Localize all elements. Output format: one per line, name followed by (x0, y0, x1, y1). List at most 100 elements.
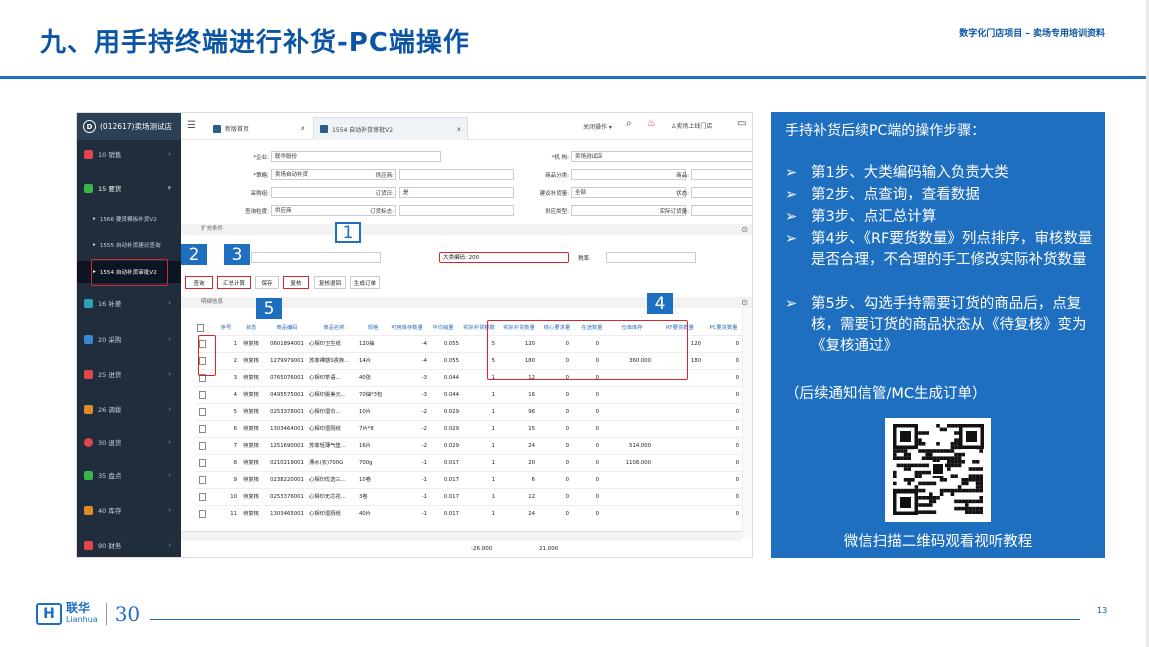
order-icon (84, 183, 93, 193)
cell-stock: -1 (421, 477, 427, 483)
actual-qty-field[interactable] (691, 205, 752, 216)
cell-amt: 1 (491, 494, 495, 500)
bullet-arrow-icon: ➢ (785, 209, 798, 225)
close-icon[interactable]: x (457, 126, 461, 133)
ext-field-left[interactable] (251, 252, 381, 263)
order-day-select[interactable]: 是 (399, 187, 514, 198)
qr-code[interactable] (885, 418, 991, 522)
col-header[interactable]: 商品名称 (309, 321, 359, 335)
bell-icon[interactable]: ♨ (647, 118, 656, 129)
row-checkbox[interactable] (199, 459, 206, 467)
status-select[interactable] (691, 187, 752, 198)
screen-icon[interactable]: ▭ (737, 118, 746, 129)
store-header[interactable]: D (012617)卖场测试店 (77, 113, 181, 140)
col-header[interactable]: 规格 (359, 321, 387, 335)
tab-home[interactable]: 新版首页 x (207, 117, 311, 140)
group-label: 采购组: (250, 191, 269, 197)
header-checkbox[interactable] (197, 324, 204, 332)
sidebar-item-stocktake[interactable]: 35 盘点 › (77, 463, 181, 487)
vertical-scrollbar[interactable] (742, 308, 752, 538)
cell-stock: -4 (421, 341, 427, 347)
org-select[interactable]: 卖场测试店 (571, 151, 752, 162)
sidebar-item-finance[interactable]: 90 财务 › (77, 533, 181, 557)
tab-approve[interactable]: 1554 自动补货审批V2 x (313, 117, 468, 140)
cell-stock: -1 (421, 494, 427, 500)
collapse-icon[interactable]: ⊙ (741, 224, 748, 235)
cell-wh (609, 489, 651, 506)
header-checkbox-cell[interactable] (195, 321, 205, 335)
close-ops-menu[interactable]: 关闭操作 ▾ (583, 122, 612, 131)
col-header[interactable]: 状态 (237, 321, 265, 335)
review-button[interactable]: 复核 (283, 276, 309, 289)
cell-qty: 12 (528, 494, 535, 500)
sidebar-item-purchase[interactable]: 20 采购 › (77, 327, 181, 351)
submenu-item-suggest[interactable]: ▸ 1555 自动补货建议查询 (77, 234, 181, 256)
row-checkbox[interactable] (199, 391, 206, 399)
cell-avg: 0.055 (443, 358, 459, 364)
sidebar-item-order[interactable]: 15 要货 ▾ (77, 176, 181, 200)
row-checkbox[interactable] (199, 425, 206, 433)
row-checkbox[interactable] (199, 493, 206, 501)
ext-conditions-bar[interactable]: 扩充条件 ⊙ (181, 224, 752, 235)
total-stock: -26.000 (471, 546, 493, 552)
row-checkbox[interactable] (199, 408, 206, 416)
sidebar-item-transfer[interactable]: 26 调拨 › (77, 397, 181, 421)
table-row[interactable]: 5 待复核 0253378001 心相印湿巾... 10片 -2 0.029 1 96 0 0 0 (195, 403, 742, 420)
tab-page-icon (320, 125, 328, 133)
slide: 九、用手持终端进行补货-PC端操作 数字化门店项目 – 卖场专用培训资料 D (… (0, 0, 1149, 647)
row-checkbox[interactable] (199, 510, 206, 518)
query-button[interactable]: 查询 (185, 276, 213, 289)
table-row[interactable]: 9 待复核 0238220001 心相印优选三... 10卷 -1 0.017 1 6 0 0 0 (195, 471, 742, 488)
cell-core: 0 (565, 460, 569, 466)
cell-core: 0 (565, 494, 569, 500)
sidebar-item-return[interactable]: 30 退货 › (77, 430, 181, 454)
sidebar-item-sales[interactable]: 10 销售 › (77, 142, 181, 166)
chevron-right-icon: › (168, 541, 171, 549)
col-header[interactable]: 可用库存数量 (387, 321, 427, 335)
table-row[interactable]: 4 待复核 0495575001 心相印婴美元... 70抽*3包 -3 0.044 1 16 0… (195, 386, 742, 403)
tax-field[interactable] (606, 252, 696, 263)
col-header[interactable]: 序号 (215, 321, 237, 335)
generate-order-button[interactable]: 生成订单 (350, 276, 380, 289)
cell-qty: 24 (528, 511, 535, 517)
table-row[interactable]: 11 待复核 1303465001 心相印湿厕纸 40片 -1 0.017 1 24 0 0 0 (195, 505, 742, 522)
supplier-field[interactable] (399, 169, 514, 180)
chevron-right-icon: › (168, 405, 171, 413)
order-flag-select[interactable] (399, 205, 514, 216)
goods-field[interactable] (691, 169, 752, 180)
sidebar-item-diff[interactable]: 16 补差 › (77, 291, 181, 315)
cell-wh (609, 421, 651, 438)
cell-status: 待复核 (243, 426, 259, 432)
col-header[interactable]: 平均销量 (427, 321, 459, 335)
close-icon[interactable]: x (301, 125, 305, 132)
submenu-item-template[interactable]: ▸ 1566 要货模板补货V2 (77, 208, 181, 230)
row-checkbox[interactable] (199, 442, 206, 450)
table-row[interactable]: 8 待复核 0210219001 漂水(衣)700G 700g -1 0.017 1 20 0 0 1… (195, 454, 742, 471)
cell-spec: 10片 (359, 409, 372, 415)
highlight-submenu-box (91, 259, 168, 286)
cell-transit: 0 (595, 443, 599, 449)
save-button[interactable]: 保存 (255, 276, 279, 289)
horizontal-scrollbar[interactable] (181, 531, 742, 541)
col-header[interactable]: PC要货数量 (705, 321, 742, 335)
collapse-icon[interactable]: ⊙ (741, 297, 748, 308)
table-row[interactable]: 10 待复核 0253376001 心相印无芯花... 3卷 -1 0.017 1 12 0 0 0 (195, 488, 742, 505)
col-header[interactable]: 商品编码 (265, 321, 309, 335)
row-checkbox[interactable] (199, 476, 206, 484)
menu-icon[interactable]: ☰ (187, 120, 196, 131)
sidebar-item-receive[interactable]: 25 进货 › (77, 362, 181, 386)
chevron-right-icon: › (168, 370, 171, 378)
table-row[interactable]: 7 待复核 1251690001 苏菲轻薄气垫... 16片 -2 0.029 1 24 0 0 51… (195, 437, 742, 454)
cell-spec: 120抽 (359, 341, 375, 347)
user-menu[interactable]: ♙卖场上线门店 (671, 121, 712, 130)
cell-qty: 16 (528, 392, 535, 398)
table-row[interactable]: 6 待复核 1303464001 心相印湿厕纸 7片*8 -2 0.029 1 15 0 0 0 (195, 420, 742, 437)
cell-name: 心相印优选三... (309, 477, 346, 483)
review-return-button[interactable]: 复核退回 (314, 276, 346, 289)
summary-calc-button[interactable]: 汇总计算 (217, 276, 251, 289)
search-icon[interactable]: ⌕ (626, 118, 632, 129)
cell-code: 0765076001 (270, 375, 304, 381)
panel-title: 手持补货后续PC端的操作步骤： (785, 123, 986, 139)
sidebar-item-inventory[interactable]: 40 库存 › (77, 498, 181, 522)
enterprise-select[interactable]: 联华股份 (271, 151, 441, 162)
